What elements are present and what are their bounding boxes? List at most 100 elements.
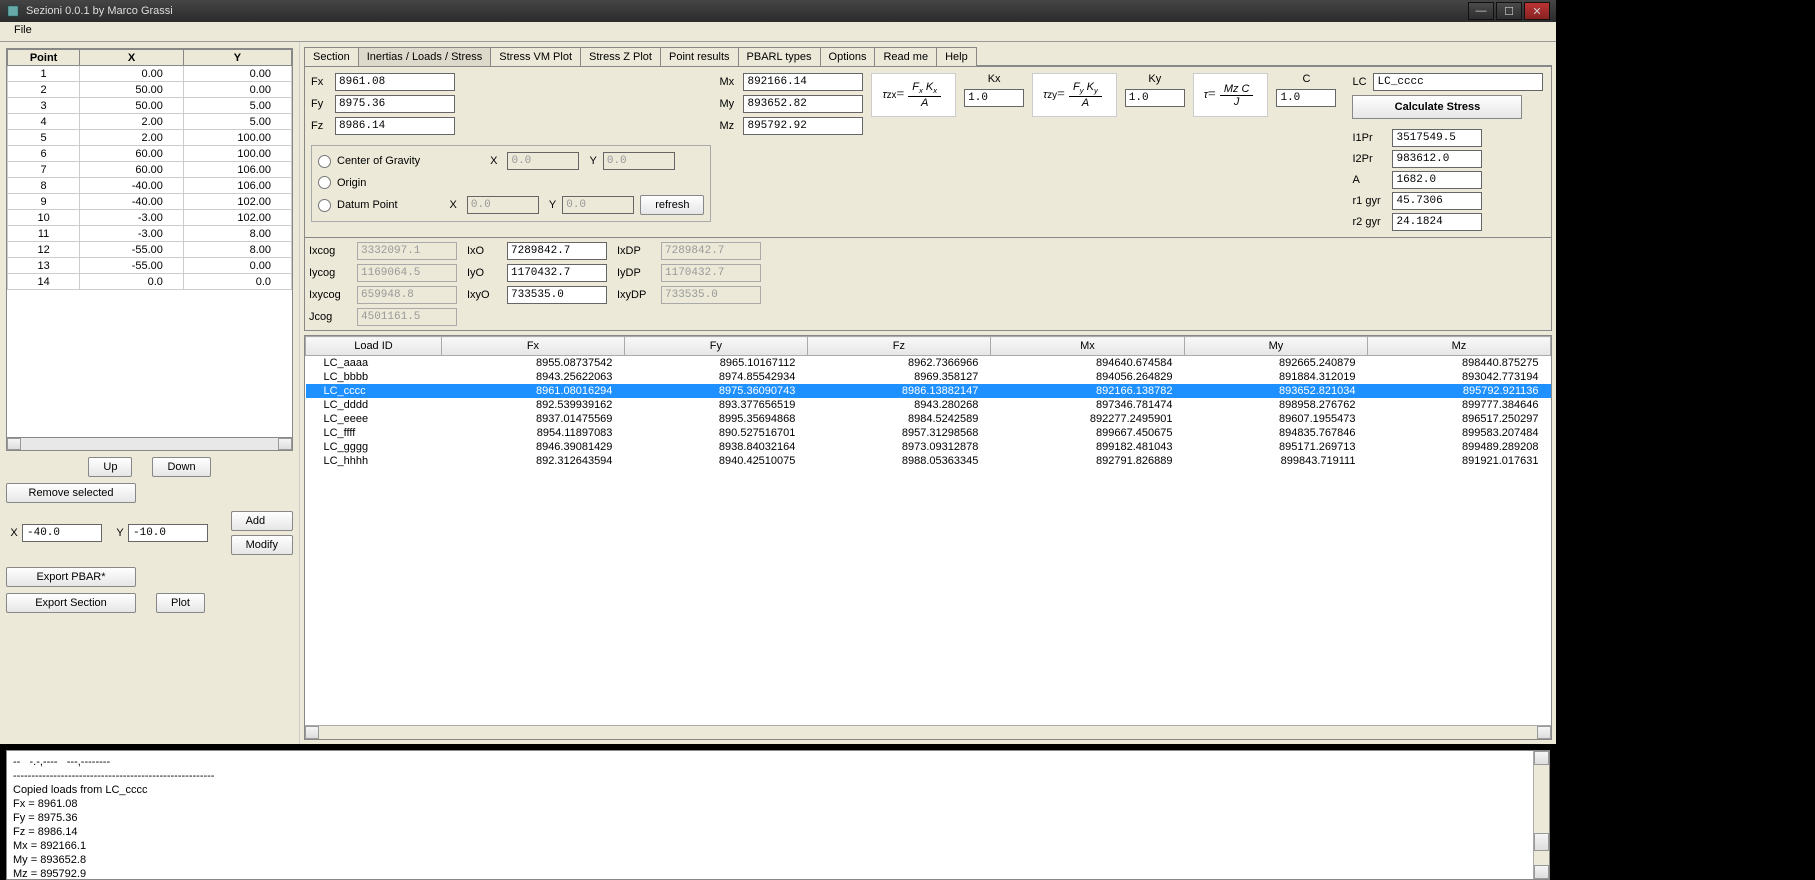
main-window: Sezioni 0.0.1 by Marco Grassi — ☐ ✕ File… [0,0,1556,744]
minimize-button[interactable]: — [1468,2,1494,20]
table-row[interactable]: LC_eeee8937.014755698995.356948688984.52… [306,412,1551,426]
iydp-field [661,264,761,282]
col-fx[interactable]: Fx [441,337,624,356]
table-row[interactable]: 140.00.0 [8,274,292,290]
calculate-stress-button[interactable]: Calculate Stress [1352,95,1522,119]
i1pr-field[interactable] [1392,129,1482,147]
a-field[interactable] [1392,171,1482,189]
ixo-field[interactable] [507,242,607,260]
iyo-field[interactable] [507,264,607,282]
col-mx[interactable]: Mx [990,337,1184,356]
tab-section[interactable]: Section [304,47,359,66]
maximize-button[interactable]: ☐ [1496,2,1522,20]
col-load-id[interactable]: Load ID [306,337,442,356]
lc-input[interactable] [1373,73,1543,91]
tab-stress-vm-plot[interactable]: Stress VM Plot [490,47,581,66]
window-title: Sezioni 0.0.1 by Marco Grassi [26,5,173,17]
tab-stress-z-plot[interactable]: Stress Z Plot [580,47,661,66]
points-table[interactable]: Point X Y 10.000.00250.000.00350.005.004… [6,48,293,438]
my-input[interactable] [743,95,863,113]
fx-input[interactable] [335,73,455,91]
radio-datum[interactable] [318,199,331,212]
i2pr-field[interactable] [1392,150,1482,168]
down-button[interactable]: Down [152,457,210,477]
y-input[interactable] [128,524,208,542]
fz-input[interactable] [335,117,455,135]
kx-input[interactable] [964,89,1024,107]
table-row[interactable]: 42.005.00 [8,114,292,130]
table-row[interactable]: 660.00100.00 [8,146,292,162]
table-row[interactable]: LC_hhhh892.3126435948940.425100758988.05… [306,454,1551,468]
col-fy[interactable]: Fy [624,337,807,356]
points-hscroll[interactable] [6,437,293,451]
table-row[interactable]: LC_cccc8961.080162948975.360907438986.13… [306,384,1551,398]
scroll-up-icon[interactable] [1534,751,1549,765]
table-row[interactable]: LC_ffff8954.11897083890.5275167018957.31… [306,426,1551,440]
close-button[interactable]: ✕ [1524,2,1550,20]
table-row[interactable]: 10-3.00102.00 [8,210,292,226]
table-row[interactable]: 13-55.000.00 [8,258,292,274]
scroll-right-icon[interactable] [1537,726,1551,739]
table-row[interactable]: 9-40.00102.00 [8,194,292,210]
col-fz[interactable]: Fz [807,337,990,356]
table-row[interactable]: 11-3.008.00 [8,226,292,242]
remove-selected-button[interactable]: Remove selected [6,483,136,503]
x-input[interactable] [22,524,102,542]
ixyo-field[interactable] [507,286,607,304]
table-row[interactable]: 760.00106.00 [8,162,292,178]
c-input[interactable] [1276,89,1336,107]
refresh-button[interactable]: refresh [640,195,704,215]
tab-read-me[interactable]: Read me [874,47,937,66]
r2-field[interactable] [1392,213,1482,231]
tab-options[interactable]: Options [820,47,876,66]
dp-x-input [467,196,539,214]
cog-props: Ixcog Iycog Ixycog Jcog [309,242,457,326]
add-button[interactable]: Add [231,511,293,531]
export-section-button[interactable]: Export Section [6,593,136,613]
tab-inertias-loads-stress[interactable]: Inertias / Loads / Stress [358,47,492,66]
scroll-thumb[interactable] [1534,833,1549,851]
modify-button[interactable]: Modify [231,535,293,555]
tab-help[interactable]: Help [936,47,977,66]
load-table[interactable]: Load IDFxFyFzMxMyMz LC_aaaa8955.08737542… [304,335,1552,740]
scroll-down-icon[interactable] [1534,865,1549,879]
fy-input[interactable] [335,95,455,113]
dp-props: IxDP IyDP IxyDP [617,242,761,326]
radio-origin[interactable] [318,176,331,189]
mx-input[interactable] [743,73,863,91]
scroll-left-icon[interactable] [7,438,21,450]
col-my[interactable]: My [1184,337,1367,356]
table-row[interactable]: LC_gggg8946.390814298938.840321648973.09… [306,440,1551,454]
ky-input[interactable] [1125,89,1185,107]
load-hscroll[interactable] [305,725,1551,739]
scroll-left-icon[interactable] [305,726,319,739]
tab-pbarl-types[interactable]: PBARL types [738,47,821,66]
table-row[interactable]: 250.000.00 [8,82,292,98]
table-row[interactable]: 350.005.00 [8,98,292,114]
cog-y-input [603,152,675,170]
titlebar[interactable]: Sezioni 0.0.1 by Marco Grassi — ☐ ✕ [0,0,1556,22]
table-row[interactable]: 10.000.00 [8,66,292,82]
table-row[interactable]: LC_dddd892.539939162893.3776565198943.28… [306,398,1551,412]
scroll-right-icon[interactable] [278,438,292,450]
export-pbar-button[interactable]: Export PBAR* [6,567,136,587]
dp-y-input [562,196,634,214]
mz-input[interactable] [743,117,863,135]
table-row[interactable]: LC_aaaa8955.087375428965.101671128962.73… [306,356,1551,371]
col-y[interactable]: Y [183,50,291,66]
table-row[interactable]: 12-55.008.00 [8,242,292,258]
table-row[interactable]: LC_bbbb8943.256220638974.855429348969.35… [306,370,1551,384]
plot-button[interactable]: Plot [156,593,205,613]
col-mz[interactable]: Mz [1367,337,1550,356]
col-x[interactable]: X [80,50,184,66]
tab-point-results[interactable]: Point results [660,47,739,66]
table-row[interactable]: 52.00100.00 [8,130,292,146]
table-row[interactable]: 8-40.00106.00 [8,178,292,194]
ixycog-field [357,286,457,304]
r1-field[interactable] [1392,192,1482,210]
menu-file[interactable]: File [6,22,40,38]
log-vscroll[interactable] [1533,751,1549,879]
col-point[interactable]: Point [8,50,80,66]
up-button[interactable]: Up [88,457,132,477]
radio-cog[interactable] [318,155,331,168]
